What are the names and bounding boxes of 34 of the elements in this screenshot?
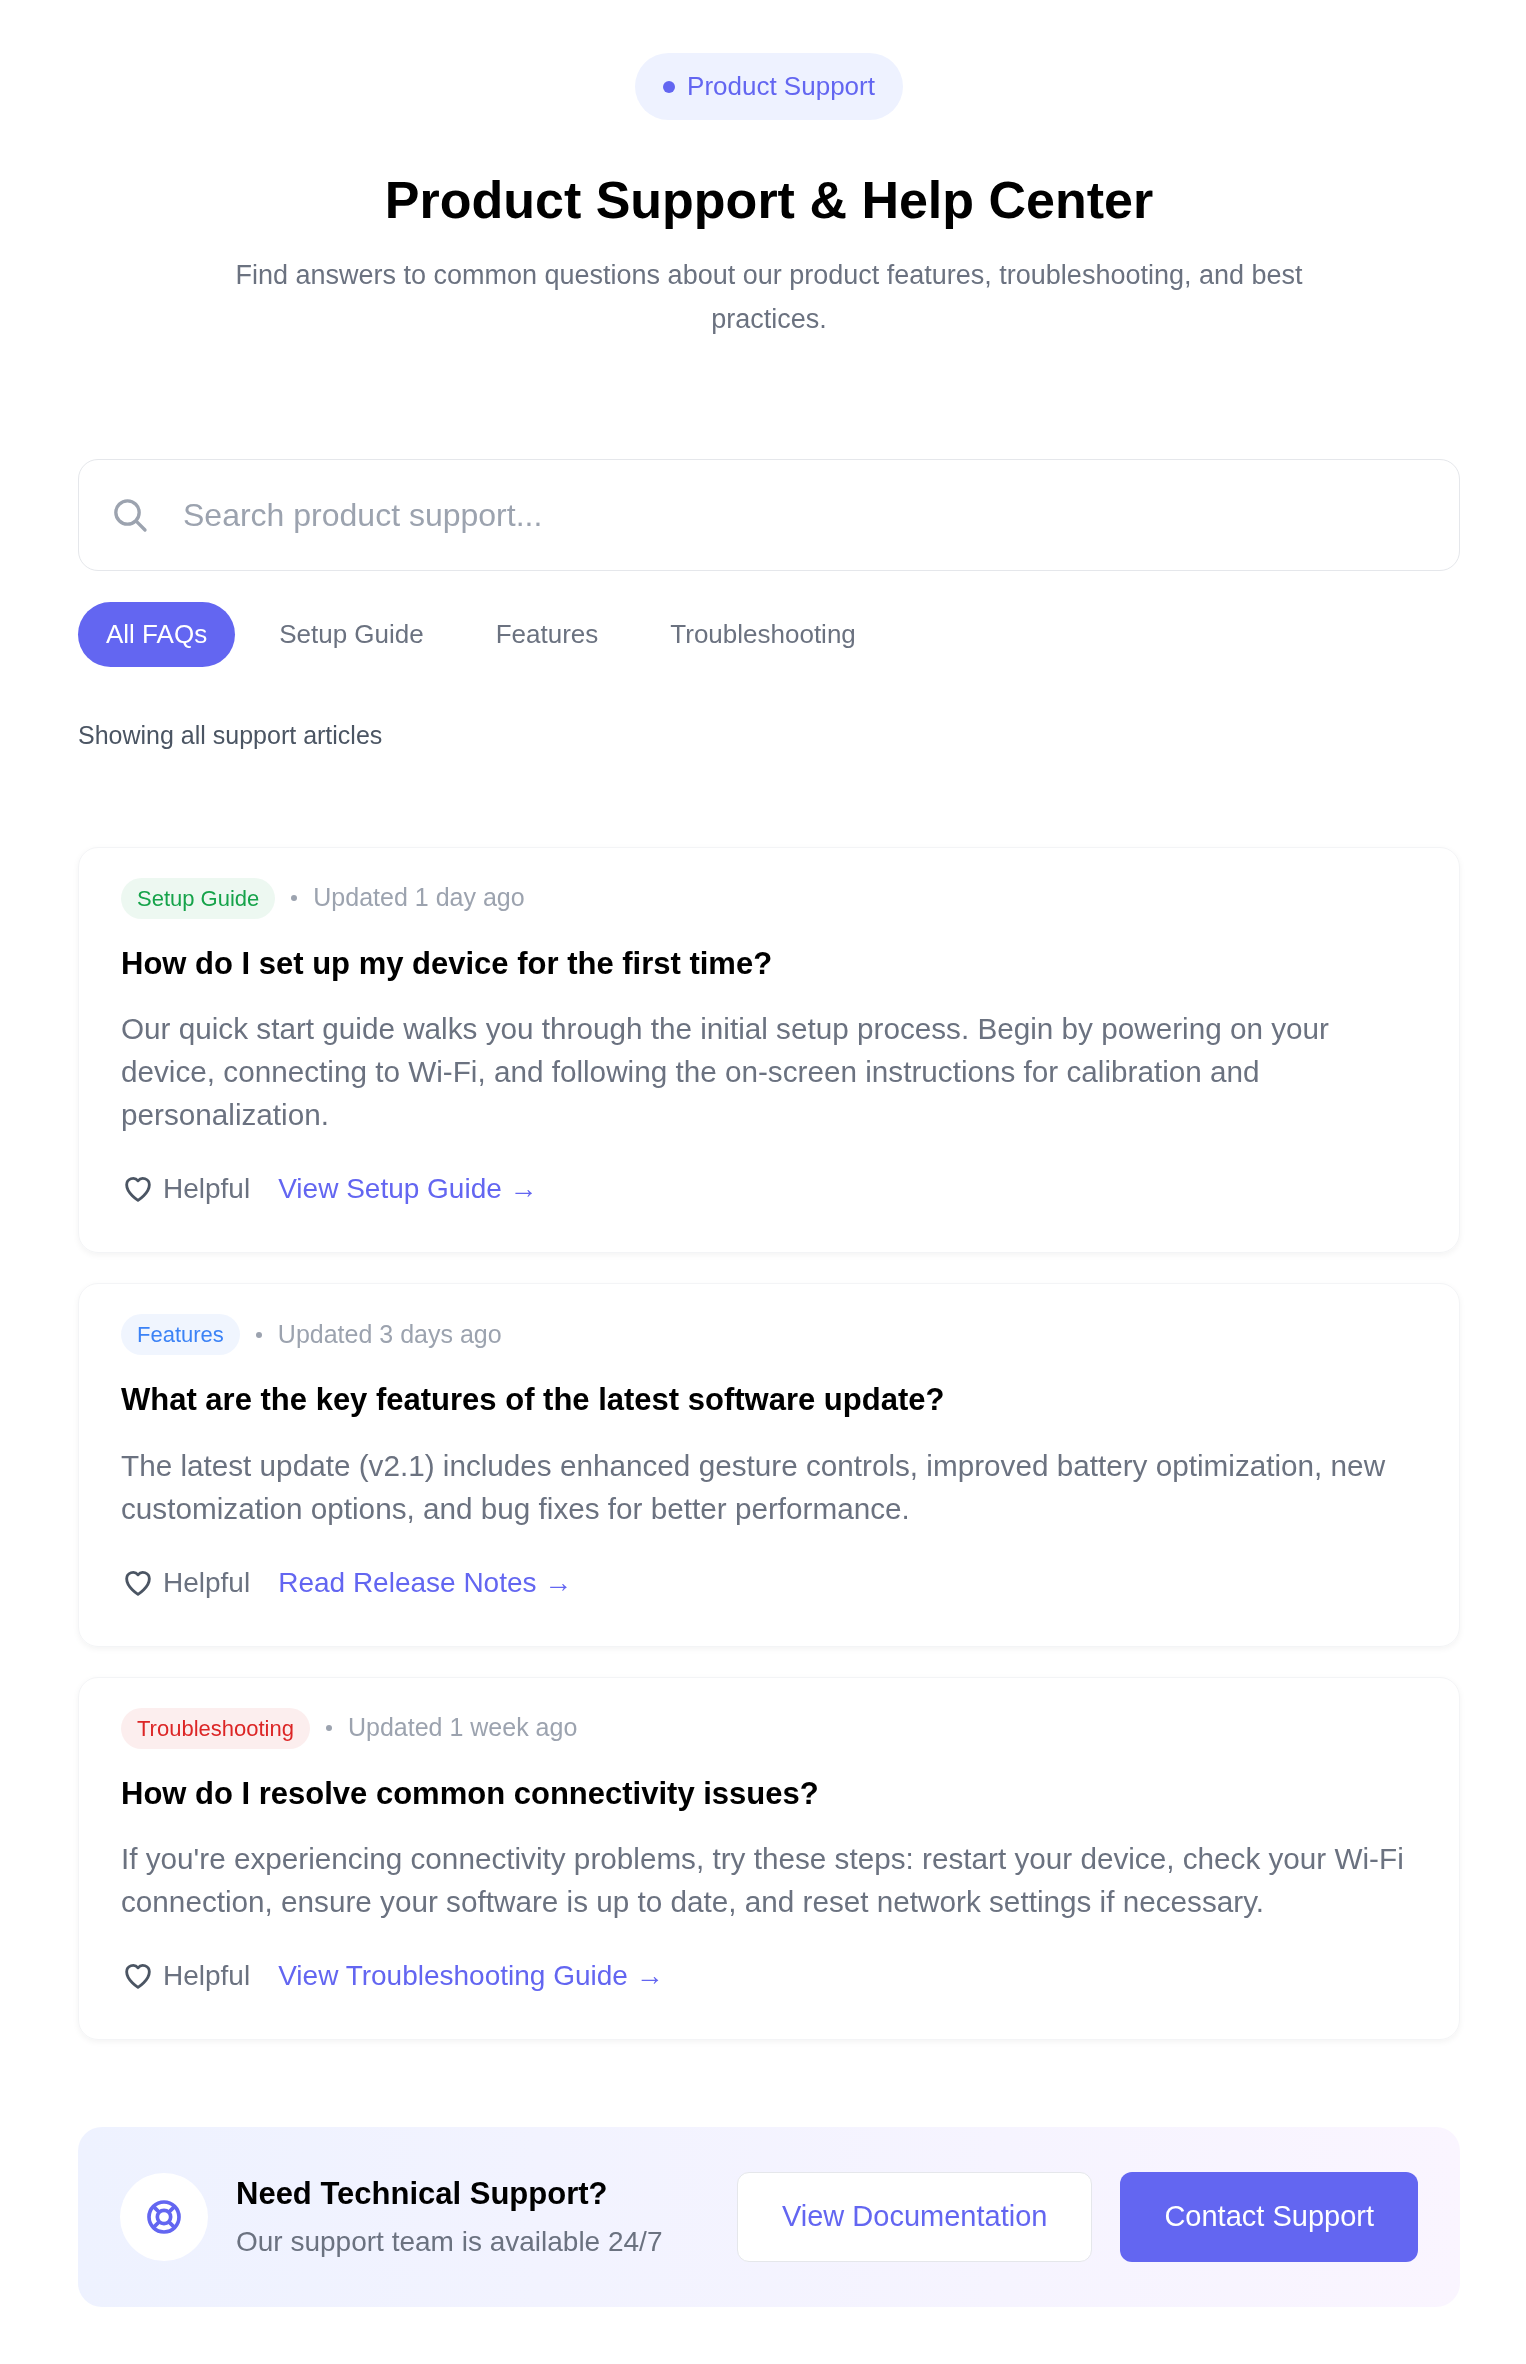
bullet-icon bbox=[291, 895, 298, 901]
contact-button[interactable]: Contact Support bbox=[1120, 2172, 1418, 2262]
article-answer: The latest update (v2.1) includes enhanced gesture controls, improved battery optimization, new customization options, and bug fixes for better performance. bbox=[121, 1447, 1387, 1527]
helpful-button[interactable]: Helpful bbox=[121, 1561, 251, 1604]
article-answer: Our quick start guide walks you through the initial setup process. Begin by powering on your device, connecting to Wi-Fi, and following the on-screen instructions for calibration and personalization. bbox=[121, 1011, 1330, 1133]
result-note: Showing all support articles bbox=[78, 720, 384, 751]
category-tag: Setup Guide bbox=[121, 877, 276, 919]
article-link[interactable]: Read Release Notes → bbox=[278, 1561, 573, 1604]
updated-time: Updated 3 days ago bbox=[277, 1318, 502, 1350]
article-link[interactable]: View Setup Guide → bbox=[278, 1168, 538, 1210]
filter-tab[interactable]: All FAQs bbox=[78, 602, 236, 667]
updated-time: Updated 1 day ago bbox=[313, 882, 525, 914]
banner-text: Our support team is available 24/7 bbox=[236, 2225, 663, 2260]
banner-title: Need Technical Support? bbox=[236, 2174, 609, 2213]
helpful-button[interactable]: Helpful bbox=[121, 1955, 251, 1997]
badge-label: Product Support bbox=[687, 70, 875, 103]
bullet-icon bbox=[255, 1331, 262, 1338]
article-answer: If you're experiencing connectivity problems, try these steps: restart your device, check your Wi-Fi connection, ensure your software is up to date, and reset network settings if necessary. bbox=[121, 1841, 1405, 1920]
search-field[interactable]: Search product support... bbox=[78, 459, 1460, 571]
article-question: What are the key features of the latest software update? bbox=[121, 1381, 946, 1419]
page-subtitle: Find answers to common questions about our product features, troubleshooting, and best practices. bbox=[234, 259, 1304, 336]
category-tag: Troubleshooting bbox=[121, 1707, 310, 1749]
bullet-icon bbox=[325, 1725, 332, 1731]
documentation-button[interactable]: View Documentation bbox=[736, 2172, 1093, 2262]
filter-tab[interactable]: Setup Guide bbox=[251, 602, 452, 667]
filter-tab[interactable]: Features bbox=[467, 602, 627, 667]
article-link[interactable]: View Troubleshooting Guide → bbox=[278, 1955, 664, 1997]
article-question: How do I resolve common connectivity issues? bbox=[121, 1774, 820, 1813]
helpful-button[interactable]: Helpful bbox=[121, 1168, 251, 1210]
page-title: Product Support & Help Center bbox=[384, 170, 1154, 231]
article-question: How do I set up my device for the first time? bbox=[121, 944, 774, 983]
category-tag: Features bbox=[121, 1314, 240, 1355]
filter-tab[interactable]: Troubleshooting bbox=[642, 602, 884, 667]
updated-time: Updated 1 week ago bbox=[347, 1712, 578, 1744]
